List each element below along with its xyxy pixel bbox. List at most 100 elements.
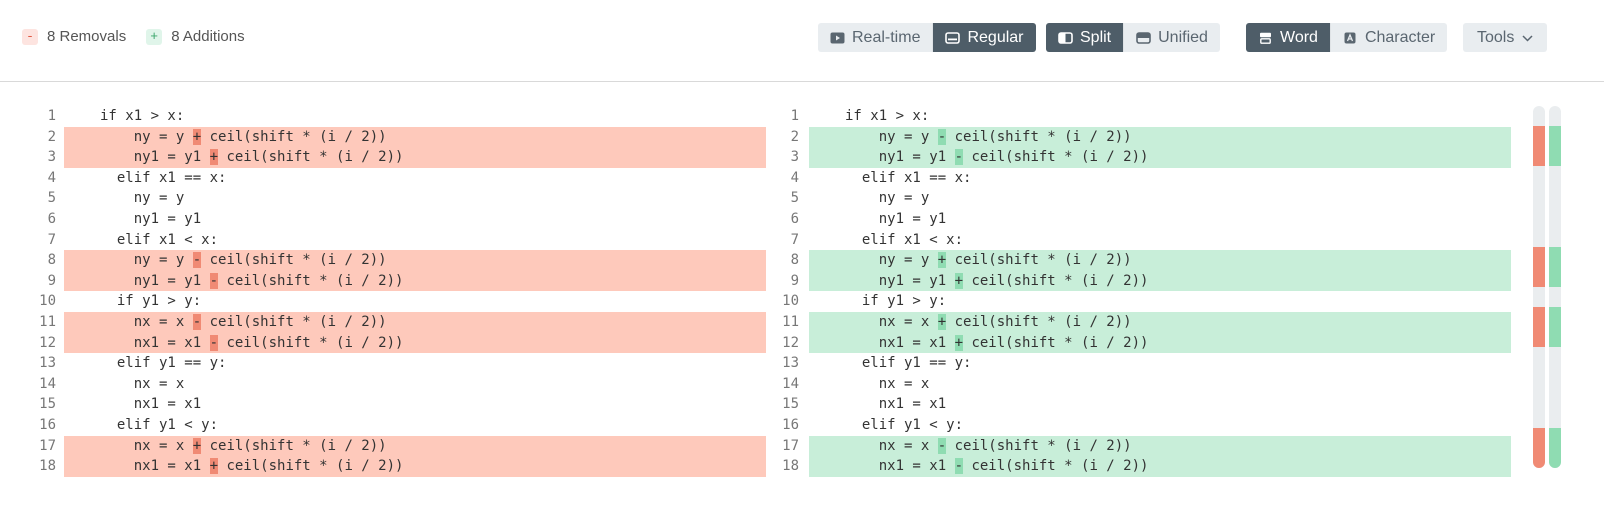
code-text: nx = x - ceil(shift * (i / 2)) (100, 312, 387, 333)
changed-token: + (937, 252, 947, 269)
code-text: ny1 = y1 + ceil(shift * (i / 2)) (845, 271, 1148, 292)
left-code-line: 18 nx1 = x1 + ceil(shift * (i / 2)) (0, 456, 766, 477)
line-number: 1 (790, 108, 799, 124)
line-number: 8 (790, 252, 799, 269)
minimap-change-marker[interactable] (1533, 427, 1545, 468)
code-segment: ny = y (100, 190, 185, 207)
minimap-change-marker[interactable] (1533, 307, 1545, 348)
code-segment: ny = y (100, 128, 193, 145)
line-number: 6 (47, 210, 56, 227)
code-segment: ny1 = y1 (845, 272, 955, 289)
right-code-line: 10 if y1 > y: (775, 291, 1511, 312)
code-segment: ny = y (845, 190, 930, 207)
code-text: ny = y (100, 188, 185, 209)
line-number: 18 (39, 458, 56, 475)
code-segment: ceil(shift * (i / 2)) (218, 272, 404, 289)
minimap-change-marker[interactable] (1549, 246, 1561, 287)
split-button[interactable]: Split (1046, 23, 1125, 52)
code-text: nx1 = x1 + ceil(shift * (i / 2)) (100, 456, 403, 477)
code-segment: nx1 = x1 (845, 334, 955, 351)
code-segment: nx1 = x1 (845, 396, 947, 413)
line-number: 13 (782, 355, 799, 372)
line-number: 12 (39, 334, 56, 351)
code-segment: ceil(shift * (i / 2)) (201, 437, 387, 454)
right-code-line: 12 nx1 = x1 + ceil(shift * (i / 2)) (775, 332, 1511, 354)
code-segment: ny = y (845, 128, 938, 145)
line-number: 16 (39, 416, 56, 433)
code-segment: nx = x (845, 313, 938, 330)
chevron-down-icon (1522, 29, 1533, 47)
code-text: nx = x (100, 374, 185, 395)
code-segment: elif x1 == x: (845, 169, 972, 186)
removals-summary: - 8 Removals (22, 28, 126, 45)
code-segment: nx1 = x1 (100, 396, 202, 413)
line-number: 5 (790, 190, 799, 207)
right-code-line: 5 ny = y (775, 188, 1511, 209)
split-view-icon (1058, 31, 1073, 44)
character-icon (1343, 32, 1358, 44)
right-code-line: 13 elif y1 == y: (775, 353, 1511, 374)
code-segment: ny1 = y1 (100, 149, 210, 166)
line-number: 16 (782, 416, 799, 433)
tools-dropdown-button[interactable]: Tools (1463, 23, 1548, 52)
character-button[interactable]: Character (1330, 23, 1448, 52)
line-number: 9 (790, 272, 799, 289)
left-code-line: 7 elif x1 < x: (0, 230, 766, 251)
line-number: 15 (39, 396, 56, 413)
code-text: ny = y + ceil(shift * (i / 2)) (100, 127, 387, 148)
right-code-line: 18 nx1 = x1 - ceil(shift * (i / 2)) (775, 456, 1511, 477)
line-number: 10 (39, 293, 56, 310)
code-text: ny1 = y1 (100, 209, 201, 230)
changed-token: - (209, 272, 219, 289)
minimap-change-marker[interactable] (1549, 307, 1561, 348)
line-number: 14 (782, 375, 799, 392)
granularity-toggle: Word Character (1246, 23, 1448, 52)
changed-token: - (192, 252, 202, 269)
regular-button[interactable]: Regular (933, 23, 1036, 52)
realtime-button[interactable]: Real-time (818, 23, 934, 52)
unified-button[interactable]: Unified (1124, 23, 1220, 52)
code-segment: nx = x (100, 313, 193, 330)
code-segment: ny = y (845, 252, 938, 269)
line-number: 13 (39, 355, 56, 372)
additions-count: 8 Additions (171, 28, 245, 45)
word-icon (1258, 32, 1273, 44)
code-text: nx1 = x1 (100, 394, 201, 415)
code-text: ny = y - ceil(shift * (i / 2)) (845, 127, 1132, 148)
removals-minimap[interactable] (1533, 106, 1545, 468)
code-text: if y1 > y: (845, 291, 946, 312)
code-segment: nx = x (845, 437, 938, 454)
word-label: Word (1280, 28, 1318, 46)
line-number: 7 (790, 231, 799, 248)
code-segment: ny1 = y1 (845, 210, 947, 227)
left-code-line: 13 elif y1 == y: (0, 353, 766, 374)
code-segment: ny1 = y1 (845, 149, 955, 166)
code-text: elif y1 == y: (100, 353, 227, 374)
line-number: 14 (39, 375, 56, 392)
minimap-change-marker[interactable] (1533, 126, 1545, 167)
line-number: 17 (39, 437, 56, 454)
removals-count: 8 Removals (47, 28, 127, 45)
word-button[interactable]: Word (1246, 23, 1331, 52)
code-text: nx1 = x1 + ceil(shift * (i / 2)) (845, 333, 1148, 354)
view-toggle: Split Unified (1046, 23, 1220, 52)
code-segment: nx = x (100, 375, 185, 392)
left-code-line: 8 ny = y - ceil(shift * (i / 2)) (0, 250, 766, 271)
code-text: ny1 = y1 - ceil(shift * (i / 2)) (845, 147, 1148, 168)
line-number: 11 (39, 313, 56, 330)
right-code-line: 11 nx = x + ceil(shift * (i / 2)) (775, 311, 1511, 333)
tools-menu: Tools (1463, 23, 1548, 52)
right-code-line: 4 elif x1 == x: (775, 168, 1511, 189)
additions-minimap[interactable] (1549, 106, 1561, 468)
line-number: 11 (782, 313, 799, 330)
code-segment: elif x1 < x: (845, 231, 964, 248)
code-segment: nx1 = x1 (100, 334, 210, 351)
unified-view-icon (1136, 31, 1151, 44)
minimap-change-marker[interactable] (1549, 427, 1561, 468)
changed-token: - (192, 313, 202, 330)
code-text: nx = x - ceil(shift * (i / 2)) (845, 436, 1132, 457)
code-segment: if y1 > y: (100, 293, 202, 310)
minimap-change-marker[interactable] (1533, 246, 1545, 287)
changed-token: - (937, 437, 947, 454)
minimap-change-marker[interactable] (1549, 126, 1561, 167)
